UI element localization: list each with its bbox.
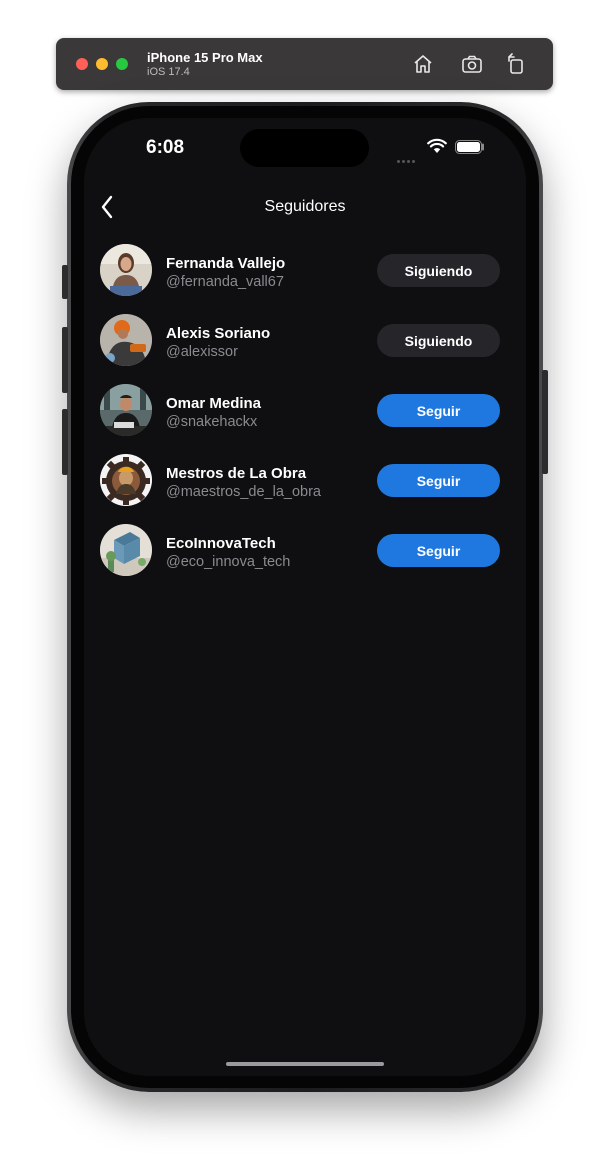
page-title: Seguidores [264,198,346,215]
following-button[interactable]: Siguiendo [377,254,500,287]
user-name: Alexis Soriano [166,325,271,342]
status-time: 6:08 [146,137,185,158]
volume-down-button [62,409,68,475]
home-indicator[interactable] [226,1062,384,1066]
following-button[interactable]: Siguiendo [377,324,500,357]
follow-button[interactable]: Seguir [377,464,500,497]
wifi-icon [427,138,447,153]
list-item[interactable]: Omar Medina @snakehackx Seguir [84,384,526,454]
action-button [62,265,68,299]
avatar [100,454,152,506]
simulator-toolbar: iPhone 15 Pro Max iOS 17.4 [56,38,553,90]
home-icon[interactable] [411,52,435,76]
user-handle: @fernanda_vall67 [166,274,284,290]
user-name: Omar Medina [166,395,262,412]
avatar [100,244,152,296]
avatar [100,314,152,366]
volume-up-button [62,327,68,393]
user-handle: @alexissor [166,344,238,360]
user-name: EcoInnovaTech [166,535,276,552]
follow-button[interactable]: Seguir [377,534,500,567]
user-handle: @maestros_de_la_obra [166,484,321,500]
user-name: Fernanda Vallejo [166,255,286,272]
zoom-window-button[interactable] [116,58,128,70]
user-handle: @eco_innova_tech [166,554,291,570]
battery-icon [455,140,484,154]
avatar [100,384,152,436]
power-button [542,370,548,474]
list-item[interactable]: Mestros de La Obra @maestros_de_la_obra … [84,454,526,524]
followers-list: Fernanda Vallejo @fernanda_vall67 Siguie… [84,244,526,594]
cellular-signal-icon [397,150,419,163]
list-item[interactable]: Alexis Soriano @alexissor Siguiendo [84,314,526,384]
dynamic-island [240,129,369,167]
list-item[interactable]: Fernanda Vallejo @fernanda_vall67 Siguie… [84,244,526,314]
rotate-icon[interactable] [504,52,528,76]
follow-button[interactable]: Seguir [377,394,500,427]
os-version: iOS 17.4 [147,66,190,78]
close-window-button[interactable] [76,58,88,70]
list-item[interactable]: EcoInnovaTech @eco_innova_tech Seguir [84,524,526,594]
device-name: iPhone 15 Pro Max [147,50,263,65]
user-handle: @snakehackx [166,414,258,430]
user-name: Mestros de La Obra [166,465,307,482]
screenshot-icon[interactable] [460,52,484,76]
avatar [100,524,152,576]
minimize-window-button[interactable] [96,58,108,70]
app-screen: 6:08 Seguidores Fernanda Vallejo @fernan… [84,118,526,1076]
